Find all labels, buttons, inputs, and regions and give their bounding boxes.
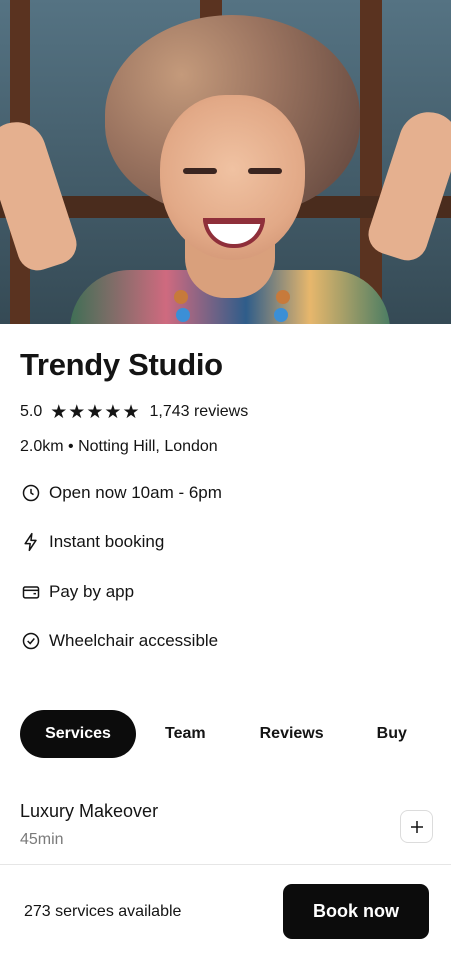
- star-icon: ★: [122, 401, 140, 423]
- opening-hours-label: Open now 10am - 6pm: [49, 483, 222, 502]
- tab-services[interactable]: Services: [20, 710, 136, 758]
- tab-team[interactable]: Team: [165, 710, 206, 758]
- pay-by-app: Pay by app: [20, 580, 134, 604]
- star-icon: ★: [104, 401, 122, 423]
- venue-title: Trendy Studio: [20, 347, 223, 382]
- wheelchair-accessible: Wheelchair accessible: [20, 629, 218, 653]
- add-service-button[interactable]: [400, 810, 433, 843]
- rating-value: 5.0: [20, 403, 43, 420]
- reviews-count[interactable]: 1,743 reviews: [149, 403, 248, 421]
- check-circle-icon: [20, 630, 42, 652]
- clock-icon: [20, 482, 42, 504]
- star-icon: ★: [50, 401, 68, 423]
- venue-tabs: Services Team Reviews Buy: [20, 710, 407, 758]
- service-name[interactable]: Luxury Makeover: [20, 801, 158, 822]
- lightning-icon: [20, 531, 42, 553]
- services-available: 273 services available: [24, 903, 182, 920]
- tab-reviews[interactable]: Reviews: [260, 710, 324, 758]
- service-duration: 45min: [20, 831, 64, 848]
- rating-row[interactable]: 5.0 ★ ★ ★ ★ ★ 1,743 reviews: [20, 400, 248, 424]
- pay-by-app-label: Pay by app: [49, 582, 135, 601]
- star-icon: ★: [86, 401, 104, 423]
- book-now-button[interactable]: Book now: [283, 884, 429, 939]
- instant-booking: Instant booking: [20, 530, 164, 554]
- hero-photo: [0, 0, 451, 324]
- opening-hours: Open now 10am - 6pm: [20, 481, 222, 505]
- rating-stars: ★ ★ ★ ★ ★: [50, 403, 140, 422]
- wheelchair-accessible-label: Wheelchair accessible: [49, 631, 219, 650]
- instant-booking-label: Instant booking: [49, 532, 165, 551]
- plus-icon: [410, 820, 423, 833]
- star-icon: ★: [68, 401, 86, 423]
- wallet-icon: [20, 581, 42, 603]
- venue-location: 2.0km • Notting Hill, London: [20, 438, 218, 455]
- tab-buy[interactable]: Buy: [377, 710, 407, 758]
